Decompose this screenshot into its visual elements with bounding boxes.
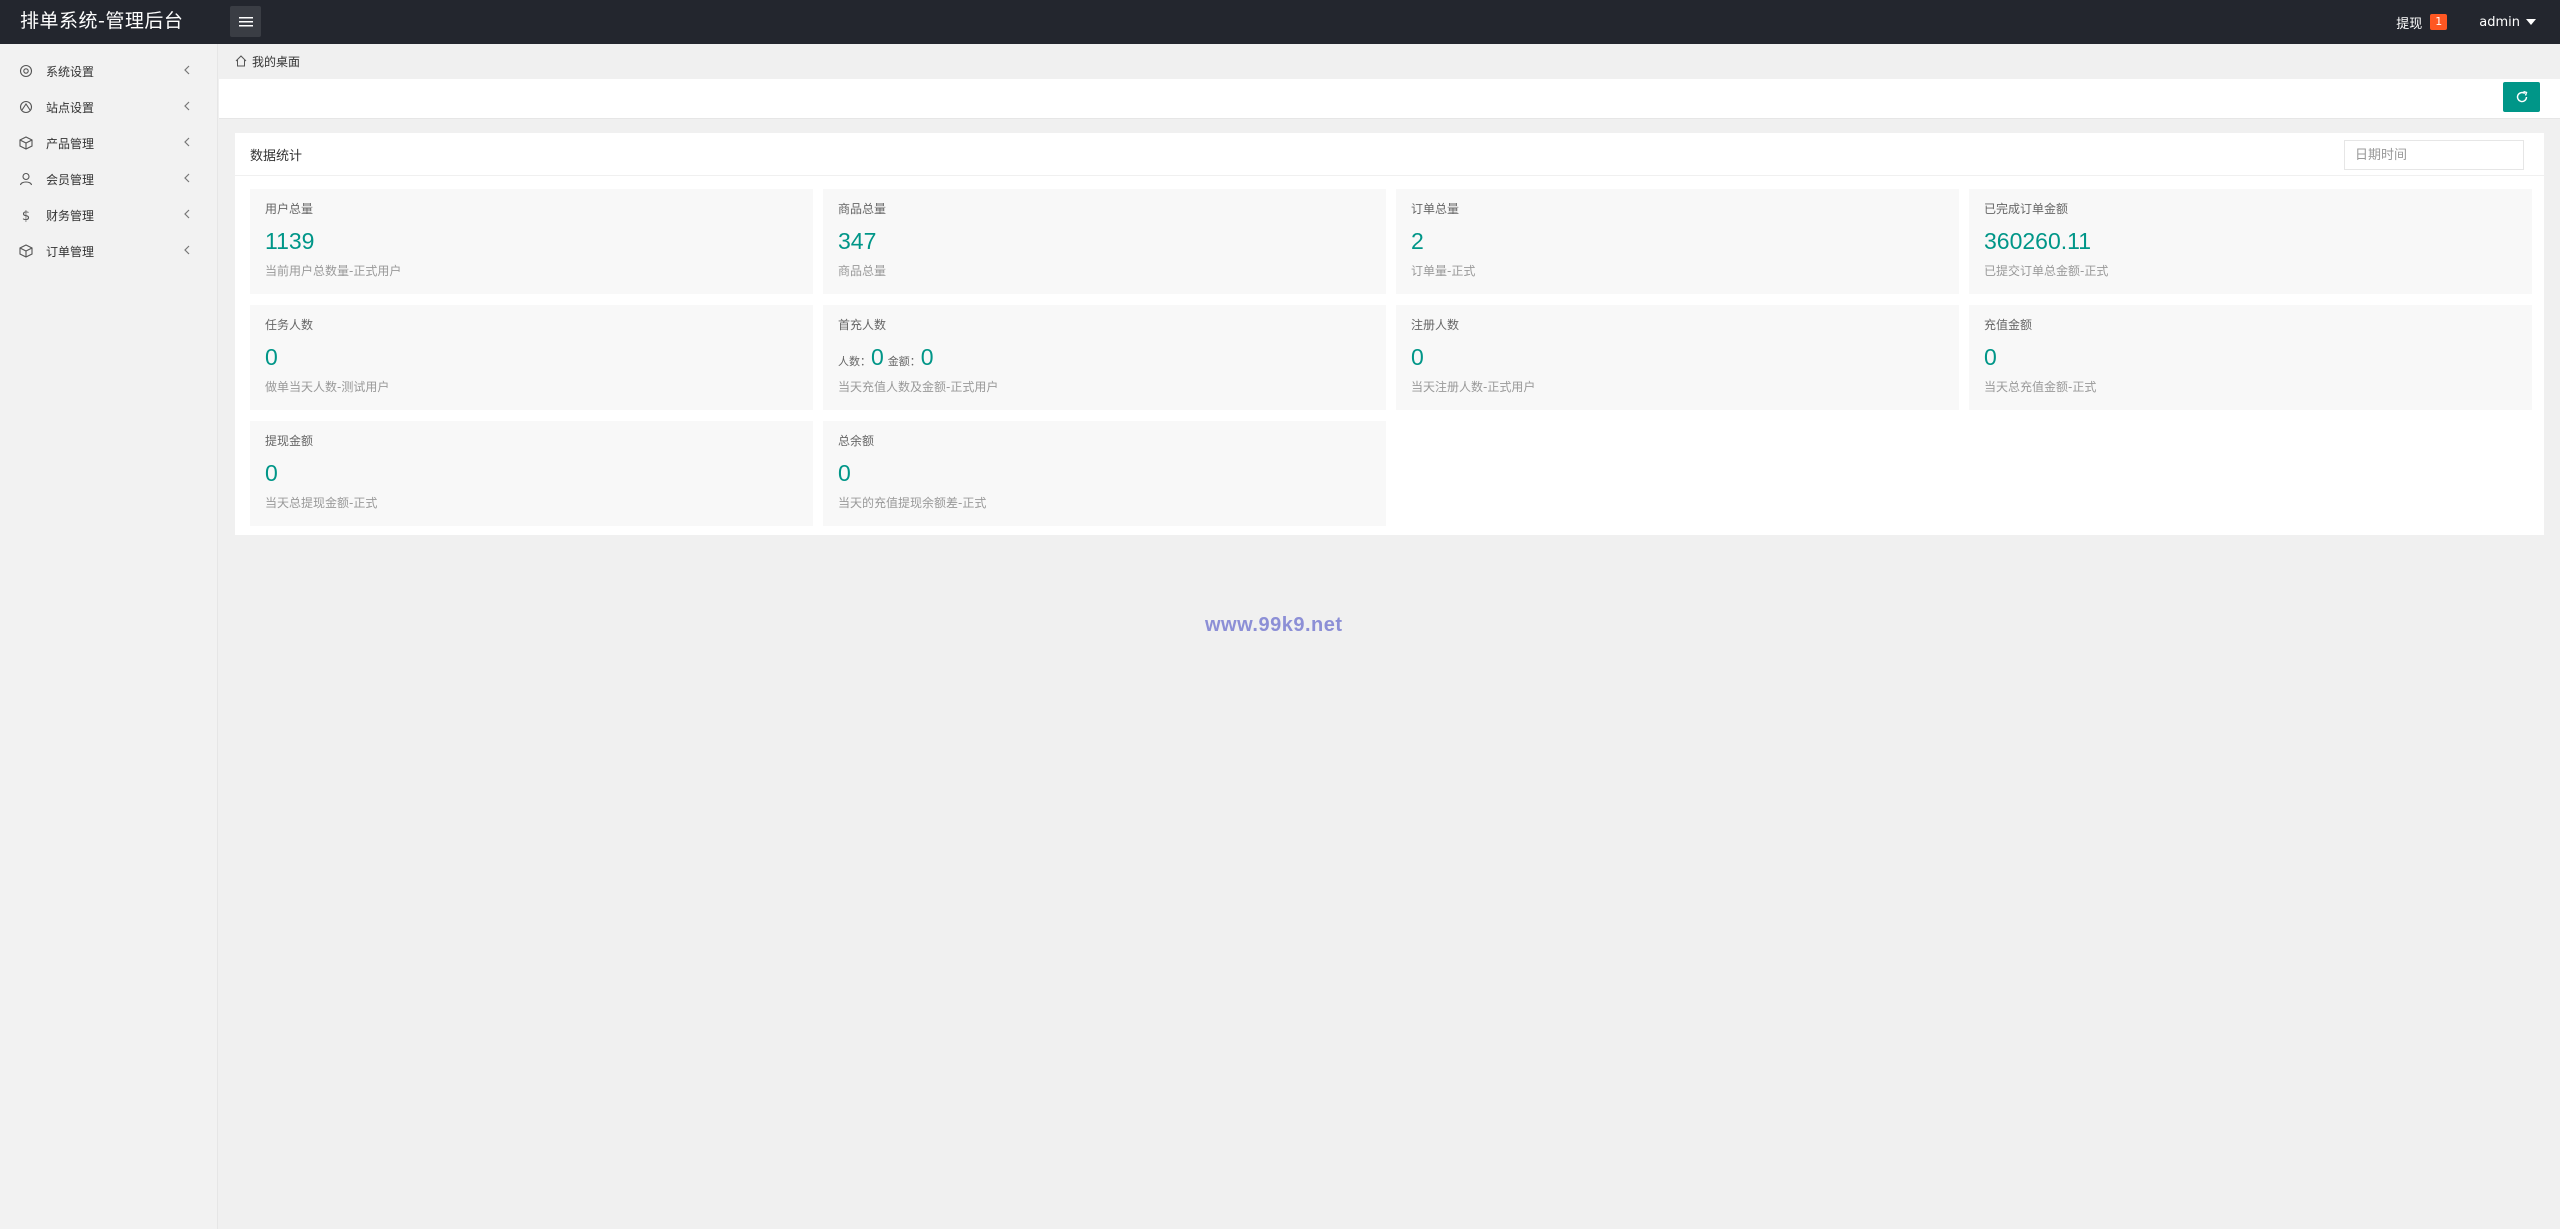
card-desc: 当天总提现金额-正式 (265, 496, 378, 510)
card-title: 总余额 (838, 434, 875, 448)
card-title: 充值金额 (1984, 318, 2033, 332)
stat-card-registered-users: 注册人数 0 当天注册人数-正式用户 (1396, 305, 1959, 410)
stat-card-total-balance: 总余额 0 当天的充值提现余额差-正式 (823, 421, 1386, 526)
sidebar-item-label: 会员管理 (46, 172, 95, 187)
sidebar-item-label: 订单管理 (46, 244, 95, 259)
sidebar-item-order-management[interactable]: 订单管理 (0, 233, 217, 269)
home-icon (235, 55, 247, 67)
card-desc: 订单量-正式 (1411, 264, 1476, 278)
card-value-compound: 人数：0 金额：0 (838, 342, 1371, 372)
count-value: 0 (871, 344, 884, 370)
stat-card-total-products: 商品总量 347 商品总量 (823, 189, 1386, 294)
sidebar-item-system-settings[interactable]: 系统设置 (0, 53, 217, 89)
card-desc: 当天的充值提现余额差-正式 (838, 496, 987, 510)
card-desc: 当天注册人数-正式用户 (1411, 380, 1536, 394)
card-value: 0 (1411, 344, 1424, 370)
app-logo[interactable]: 排单系统-管理后台 (20, 0, 183, 44)
breadcrumb-home-link[interactable]: 我的桌面 (252, 53, 300, 70)
dollar-icon: $ (18, 207, 34, 223)
chevron-left-icon (184, 209, 190, 219)
card-desc: 已提交订单总金额-正式 (1984, 264, 2109, 278)
card-title: 任务人数 (265, 318, 314, 332)
user-icon (18, 171, 34, 187)
svg-text:$: $ (22, 209, 30, 222)
stat-card-task-users: 任务人数 0 做单当天人数-测试用户 (250, 305, 813, 410)
card-value: 360260.11 (1984, 228, 2092, 254)
card-value: 1139 (265, 228, 315, 254)
stat-card-first-recharge: 首充人数 人数：0 金额：0 当天充值人数及金额-正式用户 (823, 305, 1386, 410)
chevron-left-icon (184, 101, 190, 111)
card-title: 订单总量 (1411, 202, 1460, 216)
stat-card-total-orders: 订单总量 2 订单量-正式 (1396, 189, 1959, 294)
card-desc: 商品总量 (838, 264, 887, 278)
menu-toggle-button[interactable] (230, 6, 261, 37)
panel-title: 数据统计 (250, 148, 303, 164)
card-desc: 当天充值人数及金额-正式用户 (838, 380, 999, 394)
stat-card-total-users: 用户总量 1139 当前用户总数量-正式用户 (250, 189, 813, 294)
count-label: 人数： (838, 356, 871, 368)
breadcrumb: 我的桌面 (219, 44, 2560, 78)
product-icon (18, 135, 34, 151)
stat-card-completed-order-amount: 已完成订单金额 360260.11 已提交订单总金额-正式 (1969, 189, 2532, 294)
sidebar-item-site-settings[interactable]: 站点设置 (0, 89, 217, 125)
sidebar-item-finance-management[interactable]: $ 财务管理 (0, 197, 217, 233)
user-name: admin (2479, 14, 2520, 30)
sidebar-item-member-management[interactable]: 会员管理 (0, 161, 217, 197)
withdraw-link[interactable]: 提现 (2396, 13, 2422, 32)
watermark-text: www.99k9.net (1205, 614, 1343, 636)
card-value: 0 (838, 460, 851, 486)
site-icon (18, 99, 34, 115)
stats-panel: 数据统计 用户总量 1139 当前用户总数量-正式用户 商品总量 347 商品总… (235, 133, 2544, 535)
user-menu[interactable]: admin (2479, 15, 2536, 30)
stat-card-recharge-amount: 充值金额 0 当天总充值金额-正式 (1969, 305, 2532, 410)
sidebar-item-label: 站点设置 (46, 100, 95, 115)
hamburger-icon (238, 16, 253, 26)
card-title: 首充人数 (838, 318, 887, 332)
card-desc: 当天总充值金额-正式 (1984, 380, 2097, 394)
card-desc: 做单当天人数-测试用户 (265, 380, 390, 394)
amount-label: 金额： (887, 356, 921, 368)
date-time-input[interactable] (2344, 140, 2524, 170)
header-right: 提现 1 admin (2396, 0, 2560, 44)
card-value: 347 (838, 228, 877, 254)
sidebar-item-product-management[interactable]: 产品管理 (0, 125, 217, 161)
chevron-left-icon (184, 173, 190, 183)
toolbar (219, 79, 2560, 119)
chevron-left-icon (184, 245, 190, 255)
stats-cards: 用户总量 1139 当前用户总数量-正式用户 商品总量 347 商品总量 订单总… (250, 189, 2532, 526)
card-value: 0 (1984, 344, 1997, 370)
withdraw-badge: 1 (2430, 14, 2448, 30)
refresh-button[interactable] (2503, 82, 2540, 112)
card-title: 已完成订单金额 (1984, 202, 2069, 216)
panel-header: 数据统计 (235, 133, 2544, 176)
card-title: 商品总量 (838, 202, 887, 216)
sidebar-item-label: 系统设置 (46, 64, 95, 79)
order-icon (18, 243, 34, 259)
top-header: 排单系统-管理后台 提现 1 admin (0, 0, 2560, 44)
chevron-left-icon (184, 137, 190, 147)
card-title: 提现金额 (265, 434, 314, 448)
card-value: 2 (1411, 228, 1424, 254)
settings-icon (18, 63, 34, 79)
sidebar-item-label: 财务管理 (46, 208, 95, 223)
sidebar: 系统设置 站点设置 产品管理 会员管理 $ 财务管理 订单管理 (0, 44, 218, 1229)
sidebar-item-label: 产品管理 (46, 136, 95, 151)
card-value: 0 (265, 344, 278, 370)
refresh-icon (2516, 90, 2527, 103)
amount-value: 0 (920, 344, 934, 370)
card-title: 注册人数 (1411, 318, 1460, 332)
card-value: 0 (265, 460, 278, 486)
stat-card-withdraw-amount: 提现金额 0 当天总提现金额-正式 (250, 421, 813, 526)
caret-down-icon (2526, 19, 2536, 25)
card-title: 用户总量 (265, 202, 314, 216)
chevron-left-icon (184, 65, 190, 75)
card-desc: 当前用户总数量-正式用户 (265, 264, 402, 278)
